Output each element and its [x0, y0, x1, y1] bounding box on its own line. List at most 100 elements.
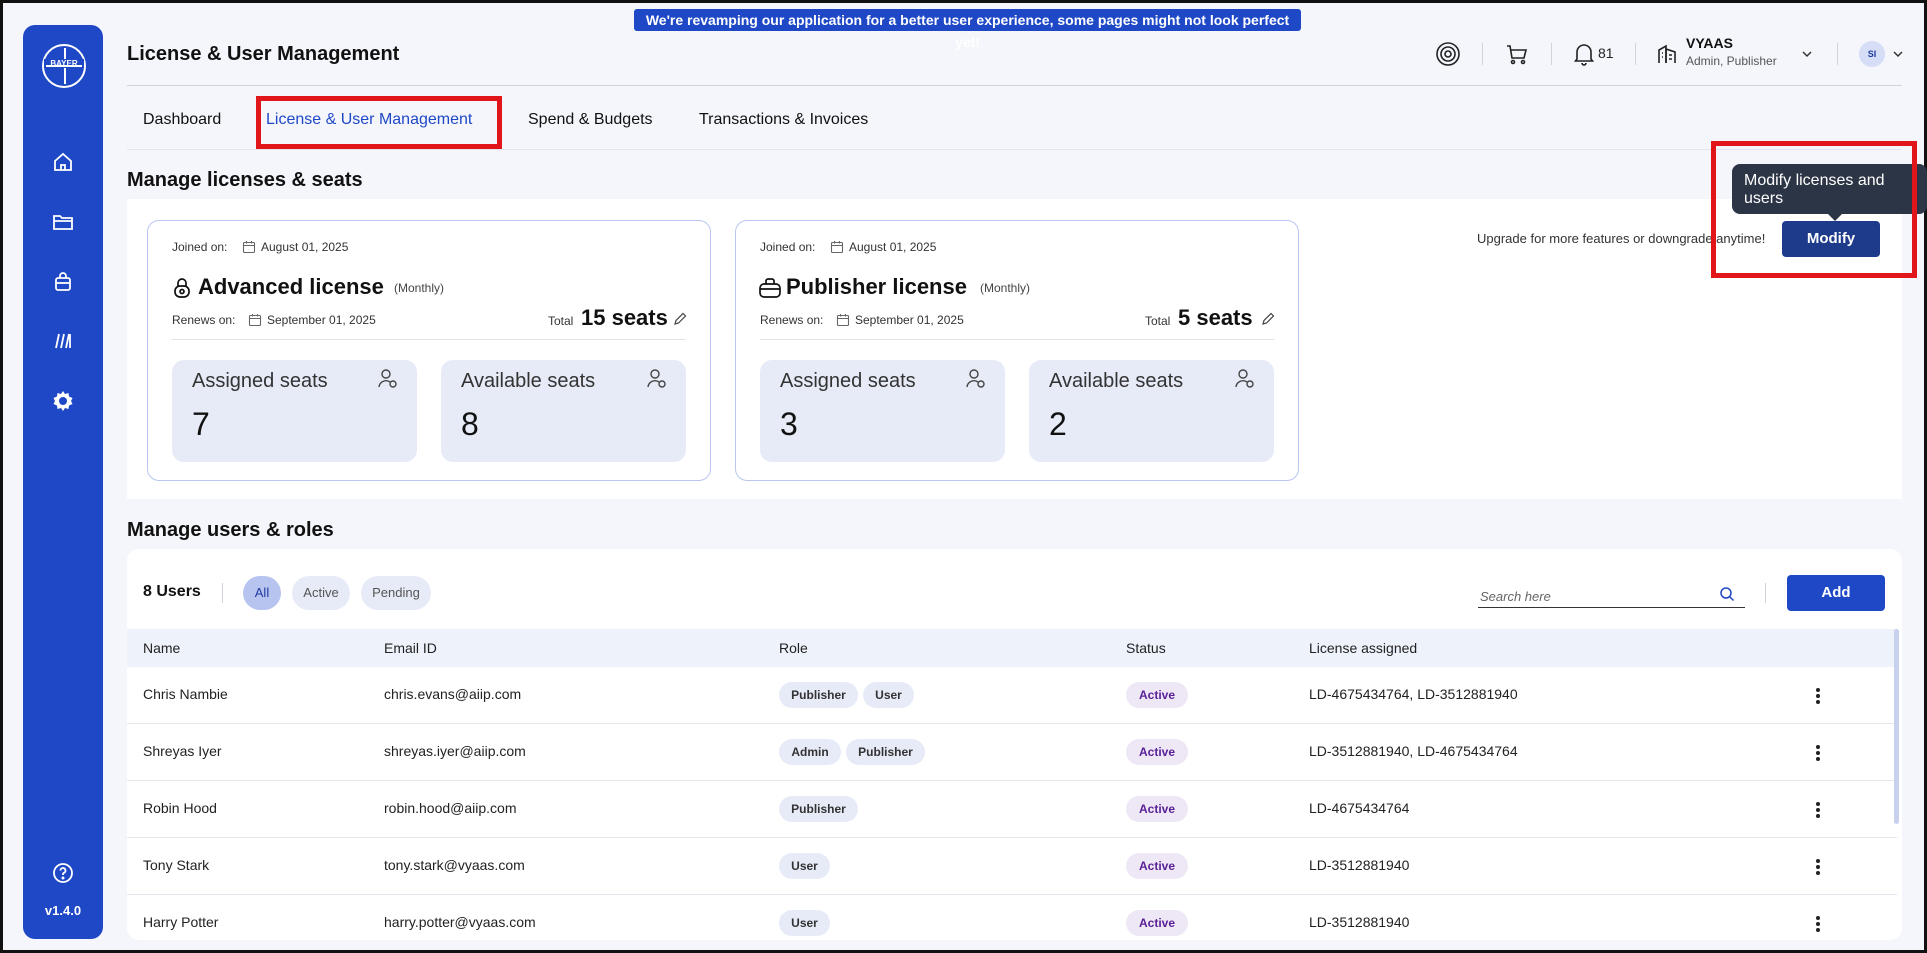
bag-icon[interactable] [51, 270, 75, 294]
license-assigned: LD-4675434764, LD-3512881940 [1309, 686, 1518, 702]
user-email: tony.stark@vyaas.com [384, 857, 525, 873]
edit-icon[interactable] [1261, 312, 1275, 326]
more-options-icon[interactable] [1815, 801, 1821, 819]
notification-count: 81 [1598, 45, 1614, 61]
license-assigned: LD-3512881940 [1309, 857, 1410, 873]
filter-divider [222, 583, 223, 603]
table-row[interactable]: Robin Hood robin.hood@aiip.com Publisher… [127, 781, 1897, 838]
search-underline [1478, 607, 1745, 608]
more-options-icon[interactable] [1815, 915, 1821, 933]
header-divider [1551, 43, 1552, 65]
library-icon[interactable] [51, 329, 75, 353]
org-role: Admin, Publisher [1686, 54, 1777, 68]
renews-date: September 01, 2025 [855, 313, 964, 327]
tabs-divider [127, 149, 1902, 150]
table-scrollbar[interactable] [1894, 629, 1899, 824]
tab-spend-budgets[interactable]: Spend & Budgets [528, 111, 653, 129]
header-divider-line [127, 85, 1902, 86]
available-seats-label: Available seats [461, 370, 596, 392]
table-row[interactable]: Chris Nambie chris.evans@aiip.com Publis… [127, 667, 1897, 724]
status-badge: Active [1126, 910, 1188, 936]
table-row[interactable]: Shreyas Iyer shreyas.iyer@aiip.com Admin… [127, 724, 1897, 781]
tab-transactions-invoices[interactable]: Transactions & Invoices [699, 111, 868, 129]
license-period: (Monthly) [980, 281, 1031, 295]
license-assigned: LD-3512881940 [1309, 914, 1410, 930]
available-seats-box: Available seats 8 [441, 360, 686, 462]
assigned-seats-label: Assigned seats [192, 370, 328, 392]
filter-all[interactable]: All [243, 576, 281, 610]
status-badge: Active [1126, 739, 1188, 765]
user-name: Tony Stark [143, 857, 210, 873]
renews-label: Renews on: [760, 313, 824, 327]
user-email: harry.potter@vyaas.com [384, 914, 536, 930]
help-icon[interactable] [51, 861, 75, 885]
bell-icon[interactable] [1571, 41, 1597, 67]
available-seats-value: 2 [1049, 406, 1067, 442]
tab-dashboard[interactable]: Dashboard [143, 111, 221, 129]
licenses-section-title: Manage licenses & seats [127, 169, 363, 191]
status-badge: Active [1126, 682, 1188, 708]
search-icon[interactable] [1719, 586, 1735, 602]
gear-icon[interactable] [51, 389, 75, 413]
license-assigned: LD-4675434764 [1309, 800, 1410, 816]
user-settings-icon [965, 368, 987, 390]
renews-date: September 01, 2025 [267, 313, 376, 327]
assigned-seats-value: 3 [780, 406, 798, 442]
assigned-seats-label: Assigned seats [780, 370, 916, 392]
avatar[interactable]: SI [1859, 41, 1885, 67]
column-header-status[interactable]: Status [1126, 640, 1166, 656]
users-section-title: Manage users & roles [127, 519, 334, 541]
total-label: Total [548, 314, 574, 328]
column-header-role[interactable]: Role [779, 640, 808, 656]
joined-label: Joined on: [760, 240, 816, 254]
revamp-banner: We're revamping our application for a be… [634, 9, 1301, 50]
folder-icon[interactable] [51, 210, 75, 234]
home-icon[interactable] [51, 150, 75, 174]
available-seats-value: 8 [461, 406, 479, 442]
lock-icon [172, 277, 192, 299]
search-input[interactable]: Search here [1480, 589, 1551, 604]
briefcase-icon [758, 277, 782, 299]
filter-pending[interactable]: Pending [361, 576, 431, 610]
user-email: robin.hood@aiip.com [384, 800, 517, 816]
filter-active[interactable]: Active [292, 576, 350, 610]
bayer-logo[interactable]: BAYER [42, 44, 86, 88]
joined-label: Joined on: [172, 240, 228, 254]
total-seats: 5 seats [1178, 305, 1253, 330]
building-icon [1655, 41, 1681, 67]
add-user-button[interactable]: Add [1787, 575, 1885, 611]
role-chip: Admin [779, 739, 841, 765]
column-header-email[interactable]: Email ID [384, 640, 437, 656]
license-name: Publisher license [786, 274, 967, 299]
card-divider [172, 339, 686, 340]
logo-text: BAYER [44, 59, 84, 68]
total-seats: 15 seats [581, 305, 668, 330]
more-options-icon[interactable] [1815, 744, 1821, 762]
more-options-icon[interactable] [1815, 687, 1821, 705]
calendar-icon [836, 313, 850, 327]
edit-icon[interactable] [673, 312, 687, 326]
assigned-seats-box: Assigned seats 3 [760, 360, 1005, 462]
license-card-publisher: Joined on: August 01, 2025 Publisher lic… [735, 220, 1299, 481]
chevron-down-icon[interactable] [1892, 47, 1904, 59]
license-card-advanced: Joined on: August 01, 2025 Advanced lice… [147, 220, 711, 481]
user-settings-icon [377, 368, 399, 390]
table-row[interactable]: Tony Stark tony.stark@vyaas.com User Act… [127, 838, 1897, 895]
search-divider [1765, 583, 1766, 603]
header-divider [1635, 43, 1636, 65]
renews-label: Renews on: [172, 313, 236, 327]
assigned-seats-box: Assigned seats 7 [172, 360, 417, 462]
user-name: Chris Nambie [143, 686, 228, 702]
chevron-down-icon[interactable] [1801, 47, 1813, 59]
available-seats-label: Available seats [1049, 370, 1184, 392]
column-header-license[interactable]: License assigned [1309, 640, 1417, 656]
status-badge: Active [1126, 796, 1188, 822]
user-name: Robin Hood [143, 800, 217, 816]
column-header-name[interactable]: Name [143, 640, 180, 656]
user-settings-icon [646, 368, 668, 390]
target-icon[interactable] [1435, 41, 1461, 67]
status-badge: Active [1126, 853, 1188, 879]
cart-icon[interactable] [1504, 41, 1530, 67]
more-options-icon[interactable] [1815, 858, 1821, 876]
table-row[interactable]: Harry Potter harry.potter@vyaas.com User… [127, 895, 1897, 940]
